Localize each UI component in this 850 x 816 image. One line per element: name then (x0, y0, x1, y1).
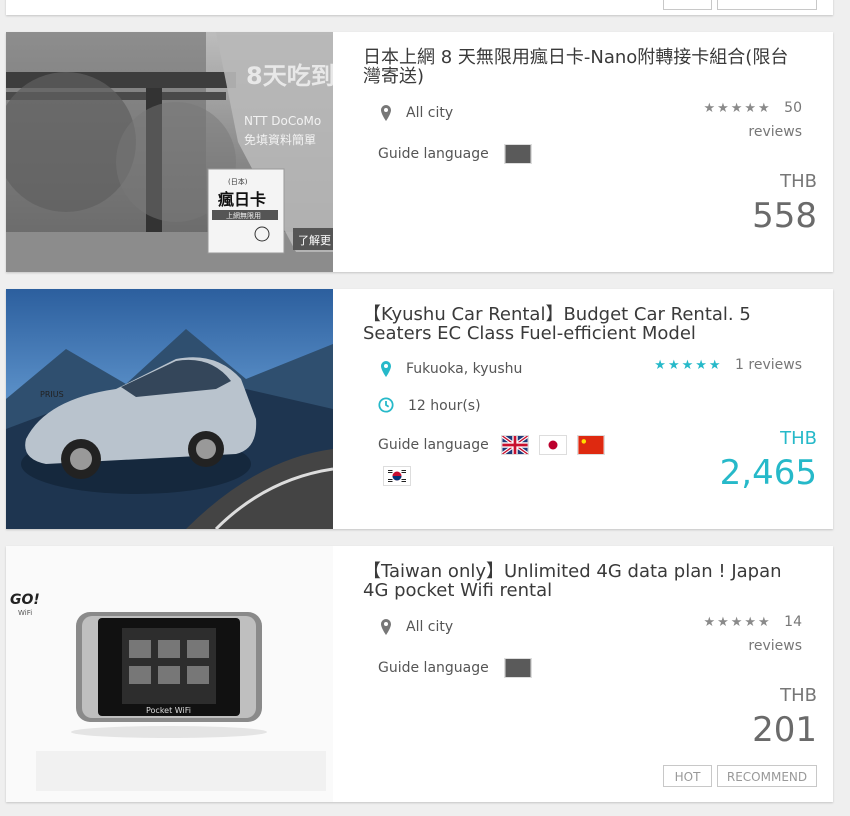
image-text-line2: 免填資料簡單 (244, 132, 316, 147)
listing-thumbnail[interactable]: GO! WiFi Pocket WiFi (6, 546, 333, 802)
price-value: 2,465 (719, 453, 817, 493)
location-pin-icon (378, 104, 394, 122)
rating-unit: reviews (748, 124, 802, 140)
hot-badge (663, 0, 712, 10)
rating-unit: reviews (748, 357, 802, 373)
listing-card[interactable]: PRIUS 【Kyushu Car Rental】Budget Car Rent… (6, 289, 833, 529)
guide-language-row: Guide language (378, 435, 605, 455)
location-row: Fukuoka, kyushu (378, 360, 522, 378)
duration-row: 12 hour(s) (378, 397, 481, 415)
image-text-brand-sub: WiFi (18, 609, 32, 617)
guide-language-row: Guide language (378, 658, 532, 678)
location-row: All city (378, 618, 453, 636)
image-text-line1: NTT DoCoMo (244, 114, 321, 128)
uk-flag-icon (500, 435, 529, 455)
location-row: All city (378, 104, 453, 122)
listing-title[interactable]: 【Taiwan only】Unlimited 4G data plan ! Ja… (363, 562, 803, 600)
recommend-badge (717, 0, 817, 10)
listing-card-partial[interactable] (6, 0, 833, 15)
location-text: All city (406, 105, 454, 121)
location-text: Fukuoka, kyushu (406, 361, 523, 377)
listing-card[interactable]: 8天吃到飽 NTT DoCoMo 免填資料簡單 (日本) 瘋日卡 上網無限用 了… (6, 32, 833, 272)
rating: ★★★★★ 50 reviews (703, 100, 802, 140)
image-text-banner: 8天吃到飽 (246, 62, 333, 90)
guide-language-row-2 (383, 466, 411, 486)
guide-language-row: Guide language (378, 144, 532, 164)
china-flag-icon (576, 435, 605, 455)
rating-stars-icon: ★★★★★ (654, 358, 723, 373)
location-pin-icon (378, 618, 394, 636)
image-text-card-title: 瘋日卡 (217, 190, 266, 209)
rating-count: 14 (784, 614, 802, 630)
price-value: 558 (752, 196, 817, 236)
image-text-card-sub: 上網無限用 (226, 211, 261, 220)
image-text-car-badge: PRIUS (40, 390, 64, 399)
guide-language-label: Guide language (378, 437, 489, 453)
listing-title[interactable]: 【Kyushu Car Rental】Budget Car Rental. 5 … (363, 305, 803, 343)
listing-card[interactable]: GO! WiFi Pocket WiFi 【Taiwan only】Unlimi… (6, 546, 833, 802)
price-currency: THB (780, 685, 817, 706)
hot-badge: HOT (663, 765, 712, 787)
japan-flag-icon (538, 435, 567, 455)
guide-language-label: Guide language (378, 660, 489, 676)
guide-language-label: Guide language (378, 146, 489, 162)
recommend-badge: RECOMMEND (717, 765, 817, 787)
listing-thumbnail[interactable]: 8天吃到飽 NTT DoCoMo 免填資料簡單 (日本) 瘋日卡 上網無限用 了… (6, 32, 333, 272)
rating-stars-icon: ★★★★★ (703, 615, 772, 630)
rating: ★★★★★ 1 reviews (654, 357, 802, 373)
rating-stars-icon: ★★★★★ (703, 101, 772, 116)
rating-count: 50 (784, 100, 802, 116)
image-text-card-tag: (日本) (228, 177, 248, 186)
location-text: All city (406, 619, 454, 635)
clock-icon (378, 397, 394, 415)
price-currency: THB (780, 428, 817, 449)
image-text-device: Pocket WiFi (146, 706, 191, 715)
rating-count: 1 (735, 357, 744, 373)
unknown-flag-icon (503, 144, 532, 164)
listing-thumbnail[interactable]: PRIUS (6, 289, 333, 529)
korea-flag-icon (383, 466, 411, 486)
unknown-flag-icon (503, 658, 532, 678)
image-text-brand: GO! (10, 592, 40, 608)
image-text-more: 了解更 (298, 233, 331, 247)
duration-text: 12 hour(s) (408, 398, 481, 414)
rating-unit: reviews (748, 638, 802, 654)
rating: ★★★★★ 14 reviews (703, 614, 802, 654)
price-value: 201 (752, 710, 817, 750)
price-currency: THB (780, 171, 817, 192)
listing-title[interactable]: 日本上網 8 天無限用瘋日卡-Nano附轉接卡組合(限台灣寄送) (363, 48, 803, 86)
location-pin-icon (378, 360, 394, 378)
